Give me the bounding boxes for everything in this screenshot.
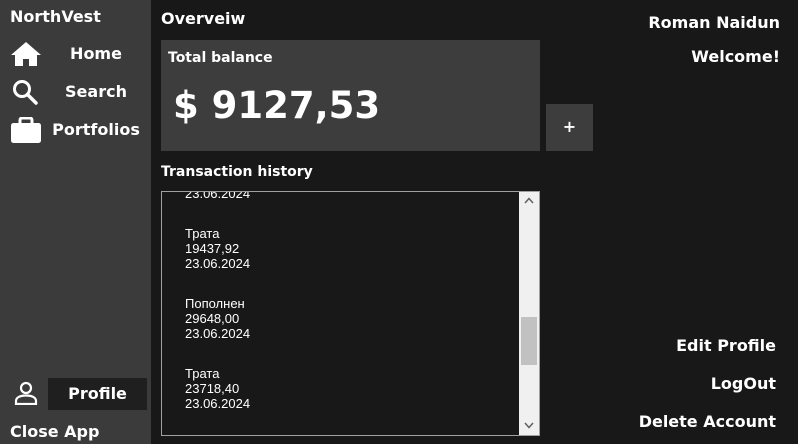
transaction-item: Трата 23718,40 23.06.2024 <box>185 366 515 411</box>
balance-label: Total balance <box>168 50 273 66</box>
user-name: Roman Naidun <box>648 13 780 32</box>
scrollbar-thumb[interactable] <box>521 317 537 365</box>
transaction-item: Трата 19437,92 23.06.2024 <box>185 226 515 271</box>
transaction-amount: 19437,92 <box>185 241 240 256</box>
edit-profile-button[interactable]: Edit Profile <box>676 336 776 355</box>
sidebar: NorthVest Home Search Portfolios Profile… <box>0 0 151 444</box>
search-icon <box>10 79 42 105</box>
transaction-type: Трата <box>185 226 220 241</box>
delete-account-button[interactable]: Delete Account <box>639 412 776 431</box>
nav-label-search: Search <box>65 82 127 101</box>
welcome-message: Welcome! <box>691 47 780 66</box>
nav-label-home: Home <box>70 44 122 63</box>
transaction-date: 23.06.2024 <box>185 326 251 341</box>
nav-label-portfolios: Portfolios <box>52 120 140 139</box>
scroll-up-arrow-icon[interactable] <box>519 192 539 210</box>
logout-button[interactable]: LogOut <box>711 374 776 393</box>
profile-button[interactable]: Profile <box>0 377 151 410</box>
user-icon <box>14 381 38 409</box>
transaction-type: Трата <box>185 366 220 381</box>
briefcase-icon <box>10 117 42 143</box>
transaction-item: 23.06.2024 <box>185 191 515 201</box>
page-title: Overveiw <box>161 9 246 28</box>
home-icon <box>10 41 42 67</box>
app-title: NorthVest <box>10 7 101 26</box>
scroll-down-arrow-icon[interactable] <box>519 417 539 435</box>
add-funds-button[interactable]: + <box>546 104 593 151</box>
transaction-amount: 23718,40 <box>185 381 240 396</box>
history-scrollbar[interactable] <box>519 192 539 435</box>
transaction-date: 23.06.2024 <box>185 396 251 411</box>
balance-value: $ 9127,53 <box>173 84 381 127</box>
balance-card: Total balance $ 9127,53 <box>161 40 540 151</box>
transaction-type: Пополнен <box>185 296 245 311</box>
transaction-history-title: Transaction history <box>161 164 313 180</box>
transaction-history-list[interactable]: 23.06.2024 Трата 19437,92 23.06.2024 Поп… <box>161 191 540 436</box>
nav-item-portfolios[interactable]: Portfolios <box>0 114 151 146</box>
transaction-date: 23.06.2024 <box>185 191 251 201</box>
transaction-item: Пополнен 29648,00 23.06.2024 <box>185 296 515 341</box>
profile-label: Profile <box>48 378 147 410</box>
nav-item-search[interactable]: Search <box>0 76 151 108</box>
close-app-button[interactable]: Close App <box>10 422 99 441</box>
transaction-items: 23.06.2024 Трата 19437,92 23.06.2024 Поп… <box>185 191 515 435</box>
transaction-date: 23.06.2024 <box>185 256 251 271</box>
transaction-amount: 29648,00 <box>185 311 240 326</box>
nav-item-home[interactable]: Home <box>0 38 151 70</box>
